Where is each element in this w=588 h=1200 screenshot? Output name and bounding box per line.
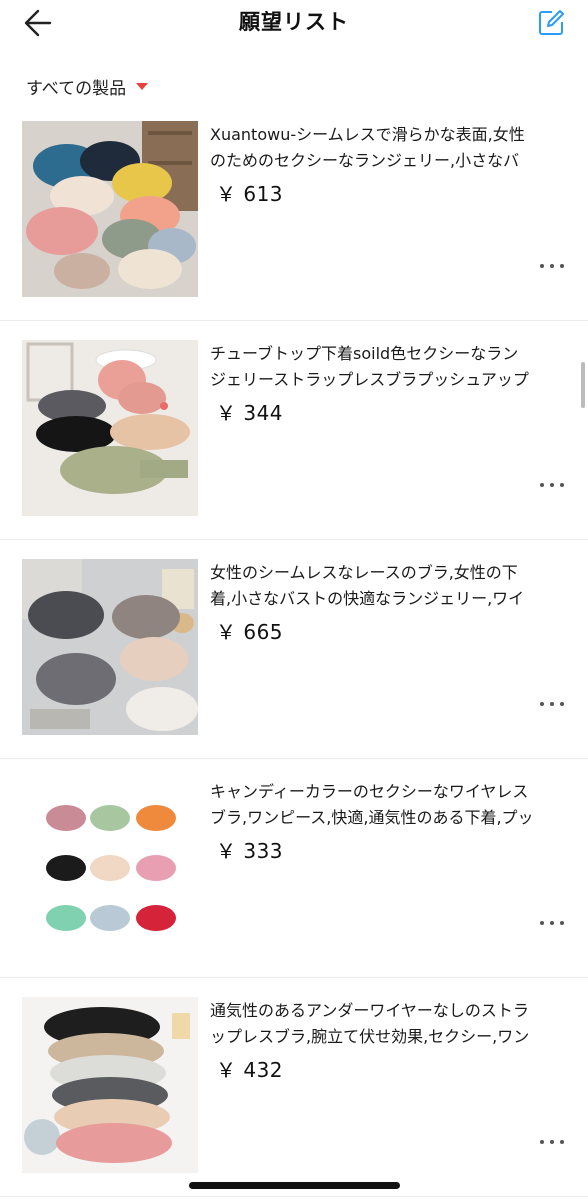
wishlist: Xuantowu-シームレスで滑らかな表面,女性 のためのセクシーなランジェリー…	[0, 102, 588, 1197]
product-price: ￥ 333	[216, 839, 284, 863]
product-price: ￥ 432	[216, 1058, 284, 1082]
product-price: ￥ 344	[216, 401, 284, 425]
product-name[interactable]: 女性のシームレスなレースのブラ,女性の下 着,小さなバストの快適なランジェリー,…	[210, 560, 570, 612]
list-item[interactable]: Xuantowu-シームレスで滑らかな表面,女性 のためのセクシーなランジェリー…	[0, 102, 588, 321]
list-item[interactable]: キャンディーカラーのセクシーなワイヤレス ブラ,ワンピース,快適,通気性のある下…	[0, 759, 588, 978]
edit-square-icon	[539, 10, 564, 35]
product-name[interactable]: 通気性のあるアンダーワイヤーなしのストラ ップレスブラ,腕立て伏せ効果,セクシー…	[210, 998, 570, 1050]
top-bar: 願望リスト	[0, 0, 588, 46]
scrollbar[interactable]	[581, 362, 585, 408]
product-name[interactable]: チューブトップ下着soild色セクシーなラン ジェリーストラップレスブラプッシュ…	[210, 341, 570, 393]
product-image[interactable]	[22, 997, 198, 1173]
product-filter-dropdown[interactable]: すべての製品	[26, 72, 149, 100]
home-indicator[interactable]	[189, 1182, 400, 1189]
caret-down-icon	[136, 82, 149, 90]
product-image[interactable]	[22, 778, 198, 954]
product-price: ￥ 613	[216, 182, 284, 206]
list-item[interactable]: 通気性のあるアンダーワイヤーなしのストラ ップレスブラ,腕立て伏せ効果,セクシー…	[0, 978, 588, 1197]
list-item[interactable]: チューブトップ下着soild色セクシーなラン ジェリーストラップレスブラプッシュ…	[0, 321, 588, 540]
more-options-icon[interactable]	[540, 260, 564, 272]
product-image[interactable]	[22, 559, 198, 735]
more-options-icon[interactable]	[540, 479, 564, 491]
product-price: ￥ 665	[216, 620, 284, 644]
filter-label: すべての製品	[26, 78, 127, 99]
product-name[interactable]: キャンディーカラーのセクシーなワイヤレス ブラ,ワンピース,快適,通気性のある下…	[210, 779, 570, 831]
edit-button[interactable]	[536, 8, 566, 38]
list-item[interactable]: 女性のシームレスなレースのブラ,女性の下 着,小さなバストの快適なランジェリー,…	[0, 540, 588, 759]
more-options-icon[interactable]	[540, 698, 564, 710]
product-image[interactable]	[22, 340, 198, 516]
more-options-icon[interactable]	[540, 917, 564, 929]
page-title: 願望リスト	[239, 10, 349, 34]
more-options-icon[interactable]	[540, 1136, 564, 1148]
product-name[interactable]: Xuantowu-シームレスで滑らかな表面,女性 のためのセクシーなランジェリー…	[210, 122, 570, 174]
product-image[interactable]	[22, 121, 198, 297]
